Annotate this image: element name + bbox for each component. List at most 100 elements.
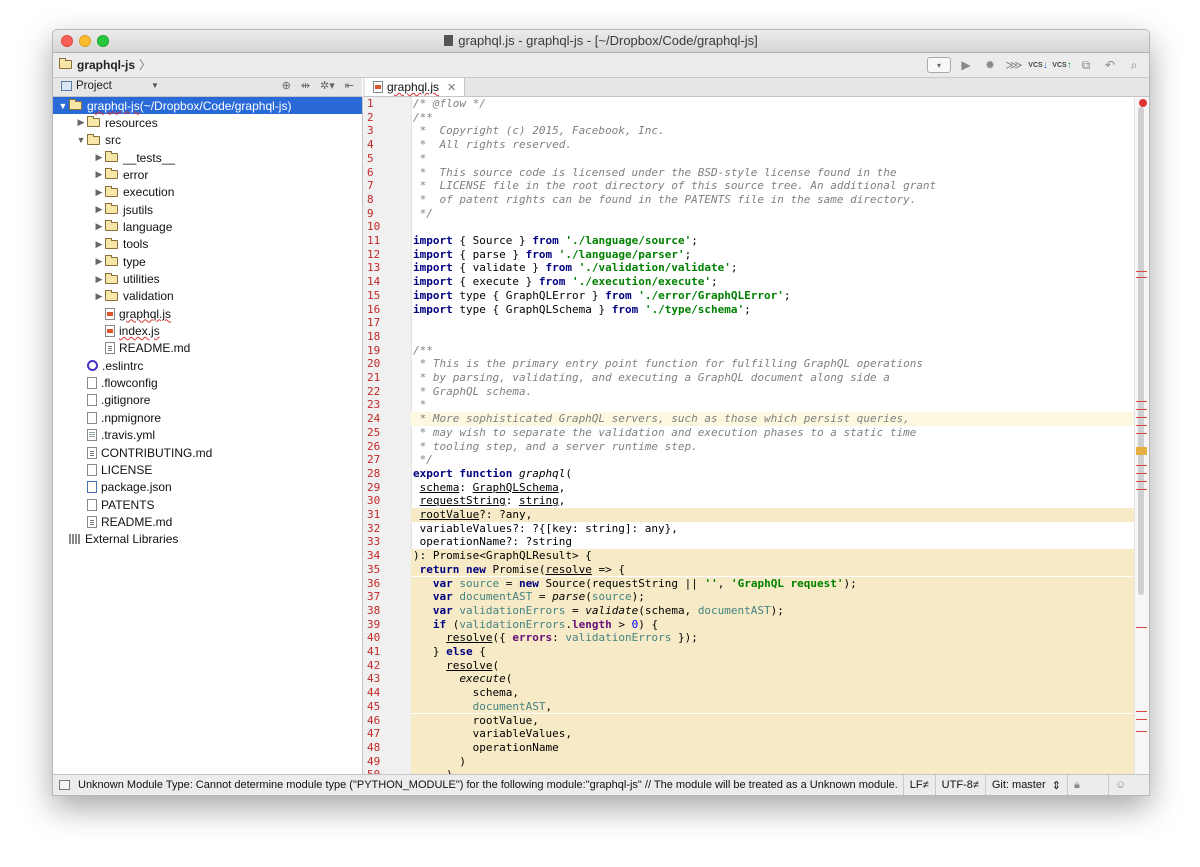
tree-item[interactable]: ▶ type xyxy=(53,253,362,270)
code-line[interactable]: schema, xyxy=(411,686,1135,700)
error-marker[interactable] xyxy=(1136,271,1147,272)
line-number[interactable]: 47 xyxy=(367,727,397,741)
git-branch-selector[interactable]: Git: master ⇕ xyxy=(984,775,1067,795)
code-line[interactable]: ) xyxy=(411,754,1135,769)
line-number[interactable]: 39 xyxy=(367,618,397,632)
line-number[interactable]: 40 xyxy=(367,631,397,645)
tree-item[interactable]: LICENSE xyxy=(53,461,362,478)
line-number[interactable]: 33 xyxy=(367,535,397,549)
tree-item[interactable]: ▶ resources xyxy=(53,114,362,131)
line-number[interactable]: 26 xyxy=(367,440,397,454)
chevron-right-icon[interactable]: ▶ xyxy=(93,221,105,232)
code-line[interactable]: * This is the primary entry point functi… xyxy=(411,357,1135,371)
code-line[interactable]: /** xyxy=(411,111,1135,125)
code-line[interactable]: * LICENSE file in the root directory of … xyxy=(411,179,1135,193)
code-line[interactable]: * may wish to separate the validation an… xyxy=(411,426,1135,440)
line-number[interactable]: 41 xyxy=(367,645,397,659)
tree-item[interactable]: ▶ validation xyxy=(53,288,362,305)
code-line[interactable]: variableValues, xyxy=(411,727,1135,741)
breadcrumb[interactable]: graphql-js 〉 xyxy=(59,56,151,73)
code-line[interactable]: import { validate } from './validation/v… xyxy=(411,261,1135,275)
vcs-commit-icon[interactable]: VCS ↑ xyxy=(1052,56,1071,74)
line-number[interactable]: 34 xyxy=(367,549,397,563)
code-lines[interactable]: /* @flow *//** * Copyright (c) 2015, Fac… xyxy=(411,97,1135,774)
line-number[interactable]: 30 xyxy=(367,494,397,508)
code-line[interactable]: schema: GraphQLSchema, xyxy=(411,481,1135,495)
line-number[interactable]: 29 xyxy=(367,481,397,495)
code-line[interactable]: */ xyxy=(411,207,1135,221)
code-line[interactable]: requestString: string, xyxy=(411,494,1135,508)
error-marker[interactable] xyxy=(1136,401,1147,402)
line-number[interactable]: 3 xyxy=(367,124,397,138)
tree-item[interactable]: ▶ utilities xyxy=(53,271,362,288)
code-line[interactable]: var documentAST = parse(source); xyxy=(411,590,1135,604)
tree-item[interactable]: package.json xyxy=(53,479,362,496)
line-number[interactable]: 5 xyxy=(367,152,397,166)
error-marker[interactable] xyxy=(1136,481,1147,482)
project-tree[interactable]: ▼ graphql-js (~/Dropbox/Code/graphql-js) ▶… xyxy=(53,97,363,774)
line-number[interactable]: 28 xyxy=(367,467,397,481)
code-line[interactable]: rootValue, xyxy=(411,713,1135,728)
project-view-selector[interactable]: Project xyxy=(61,80,112,92)
code-line[interactable]: * This source code is licensed under the… xyxy=(411,166,1135,180)
line-number[interactable]: 37 xyxy=(367,590,397,604)
line-number[interactable]: 45 xyxy=(367,700,397,714)
run-icon[interactable]: ▶ xyxy=(957,56,975,74)
line-number[interactable]: 10 xyxy=(367,220,397,234)
encoding-selector[interactable]: UTF-8≠ xyxy=(934,775,985,795)
chevron-right-icon[interactable]: ▶ xyxy=(93,291,105,302)
code-line[interactable] xyxy=(411,220,1135,234)
line-number[interactable]: 32 xyxy=(367,522,397,536)
tree-item[interactable]: README.md xyxy=(53,340,362,357)
code-line[interactable]: * GraphQL schema. xyxy=(411,385,1135,399)
code-line[interactable]: ): Promise<GraphQLResult> { xyxy=(411,549,1135,563)
code-line[interactable]: resolve({ errors: validationErrors }); xyxy=(411,631,1135,645)
warning-marker[interactable] xyxy=(1136,447,1147,455)
tree-item[interactable]: ▶ error xyxy=(53,166,362,183)
error-marker[interactable] xyxy=(1136,489,1147,490)
error-marker[interactable] xyxy=(1136,711,1147,712)
error-marker[interactable] xyxy=(1136,417,1147,418)
line-number[interactable]: 42 xyxy=(367,659,397,673)
line-number[interactable]: 20 xyxy=(367,357,397,371)
line-number[interactable]: 35 xyxy=(367,563,397,577)
tool-window-toggle-icon[interactable] xyxy=(59,780,70,790)
code-line[interactable]: var validationErrors = validate(schema, … xyxy=(411,603,1135,618)
line-number[interactable]: 21 xyxy=(367,371,397,385)
code-line[interactable]: * xyxy=(411,398,1135,412)
line-number[interactable]: 36 xyxy=(367,577,397,591)
line-number-gutter[interactable]: 1 2 3 4 5 6 7 8 9 10 11 12 13 14 15 16 17 18 19 20 21 22 23 24 2… xyxy=(363,97,412,774)
code-line[interactable]: } else { xyxy=(411,645,1135,659)
code-line[interactable]: rootValue?: ?any, xyxy=(411,508,1135,522)
error-marker[interactable] xyxy=(1136,465,1147,466)
tree-item[interactable]: ▶ tools xyxy=(53,236,362,253)
error-marker[interactable] xyxy=(1136,719,1147,720)
line-number[interactable]: 25 xyxy=(367,426,397,440)
error-marker[interactable] xyxy=(1136,473,1147,474)
chevron-right-icon[interactable]: ▶ xyxy=(75,117,87,128)
code-line[interactable]: operationName xyxy=(411,740,1135,755)
line-number[interactable]: 8 xyxy=(367,193,397,207)
chevron-down-icon[interactable]: ▼ xyxy=(57,101,69,111)
line-number[interactable]: 43 xyxy=(367,672,397,686)
tree-item[interactable]: ▼ graphql-js (~/Dropbox/Code/graphql-js) xyxy=(53,97,362,114)
code-line[interactable]: /** xyxy=(411,344,1135,358)
tree-item[interactable]: CONTRIBUTING.md xyxy=(53,444,362,461)
tab-graphql-js[interactable]: graphql.js ✕ xyxy=(365,78,466,96)
error-marker[interactable] xyxy=(1136,627,1147,628)
code-line[interactable] xyxy=(411,316,1135,330)
code-line[interactable]: /* @flow */ xyxy=(411,97,1135,111)
line-number[interactable]: 17 xyxy=(367,316,397,330)
tree-item[interactable]: .eslintrc xyxy=(53,357,362,374)
chevron-right-icon[interactable]: ▶ xyxy=(93,152,105,163)
code-line[interactable]: import { Source } from './language/sourc… xyxy=(411,234,1135,248)
error-indicator-icon[interactable] xyxy=(1139,99,1147,107)
line-number[interactable]: 16 xyxy=(367,303,397,317)
tree-item[interactable]: ▶ execution xyxy=(53,184,362,201)
tree-item[interactable]: External Libraries xyxy=(53,531,362,548)
code-line[interactable]: resolve( xyxy=(411,658,1135,673)
code-editor[interactable]: 1 2 3 4 5 6 7 8 9 10 11 12 13 14 15 16 17 18 19 20 21 22 23 24 2… xyxy=(363,97,1149,774)
line-number[interactable]: 23 xyxy=(367,398,397,412)
tree-item[interactable]: ▶ jsutils xyxy=(53,201,362,218)
line-number[interactable]: 19 xyxy=(367,344,397,358)
